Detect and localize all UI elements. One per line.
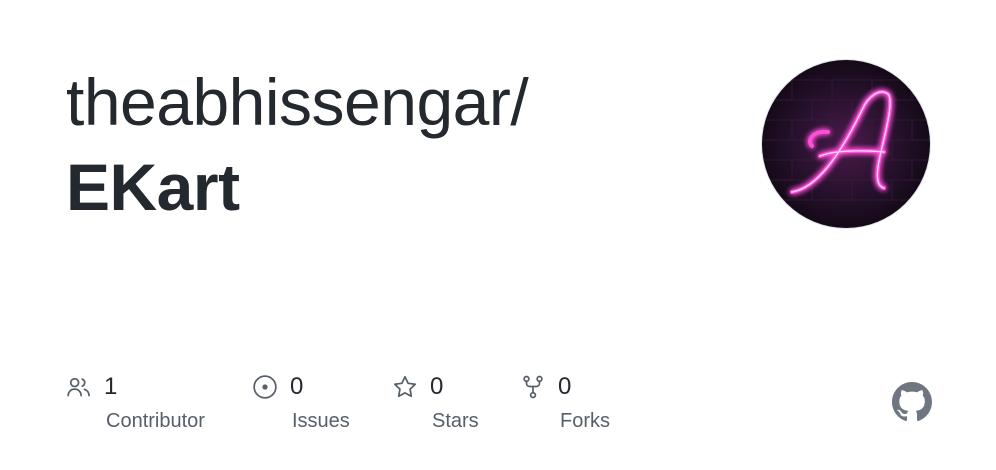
issues-label: Issues [292,410,350,432]
repo-owner[interactable]: theabhissengar/ [66,62,529,142]
stat-forks[interactable]: 0 Forks [520,372,610,442]
owner-avatar[interactable] [762,60,930,228]
issues-count: 0 [290,373,304,400]
stat-contributors[interactable]: 1 Contributor [66,372,205,442]
forks-count: 0 [558,373,572,400]
repo-name[interactable]: EKart [66,147,240,227]
forks-label: Forks [560,410,610,432]
stat-stars[interactable]: 0 Stars [392,372,479,442]
contributors-label: Contributor [106,410,205,432]
github-icon[interactable] [892,382,932,422]
contributors-count: 1 [104,373,118,400]
star-icon [392,374,418,400]
issue-circle-icon [252,374,278,400]
people-icon [66,374,92,400]
stars-label: Stars [432,410,479,432]
neon-a-avatar-image [762,60,930,228]
stat-issues[interactable]: 0 Issues [252,372,350,442]
fork-icon [520,374,546,400]
stars-count: 0 [430,373,444,400]
